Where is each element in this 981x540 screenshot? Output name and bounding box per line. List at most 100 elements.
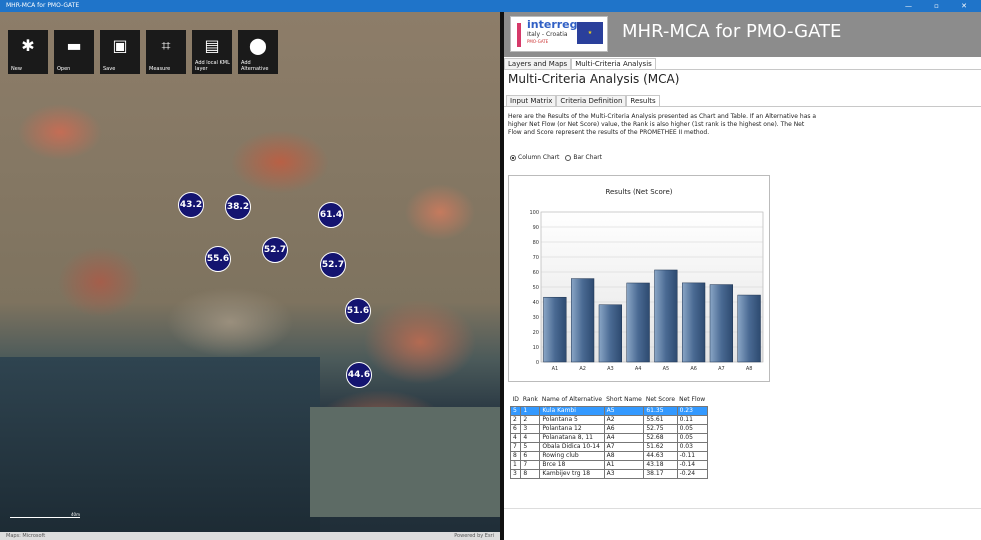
table-cell: -0.11 bbox=[676, 450, 708, 461]
map-marker[interactable]: 52.7 bbox=[320, 252, 346, 278]
app-banner: interreg Italy - Croatia PMO-GATE ★ MHR-… bbox=[504, 12, 981, 57]
table-cell: Obala Didica 10-14 bbox=[539, 441, 605, 452]
map-marker[interactable]: 52.7 bbox=[262, 237, 288, 263]
table-row[interactable]: 3 8 Kambijev trg 18 A3 38.17 -0.24 bbox=[509, 468, 708, 479]
chart-bar bbox=[570, 278, 595, 363]
map-scale-bar: 40m bbox=[10, 512, 80, 518]
table-cell: Polanatana 8, 11 bbox=[539, 432, 605, 443]
save-button[interactable]: ▣ Save bbox=[100, 30, 140, 74]
table-cell: A3 bbox=[603, 468, 645, 479]
map-marker[interactable]: 43.2 bbox=[178, 192, 204, 218]
chart-xtick-label: A3 bbox=[607, 366, 614, 372]
results-table: ID Rank Name of Alternative Short Name Net S… bbox=[509, 394, 708, 479]
add-layer-icon: ▤ bbox=[204, 36, 220, 55]
chart-xtick-label: A7 bbox=[718, 366, 725, 372]
table-cell: 0.05 bbox=[676, 423, 708, 434]
crop-icon: ⌗ bbox=[161, 36, 171, 55]
table-cell: Polantana 5 bbox=[539, 414, 605, 425]
table-cell: A1 bbox=[603, 459, 645, 470]
new-icon: ✱ bbox=[21, 36, 35, 55]
open-button[interactable]: ▬ Open bbox=[54, 30, 94, 74]
radio-selected-icon bbox=[510, 154, 516, 161]
bar-chart-radio[interactable]: Bar Chart bbox=[565, 154, 602, 161]
table-cell: 2 bbox=[520, 414, 541, 425]
table-row[interactable]: 5 1 Kula Kambi A5 61.35 0.23 bbox=[509, 405, 708, 416]
section-title: Multi-Criteria Analysis (MCA) bbox=[508, 72, 680, 86]
chart-ytick-label: 0 bbox=[536, 360, 539, 366]
chart-canvas: 0 10 20 30 40 50 60 70 80 90 100 A1 A2 A3 A4 A5 A6 A7 A8 bbox=[529, 210, 764, 372]
table-cell: 0.05 bbox=[676, 432, 708, 443]
table-cell: 7 bbox=[509, 441, 522, 452]
table-cell: 52.75 bbox=[643, 423, 678, 434]
column-chart-radio[interactable]: Column Chart bbox=[510, 154, 559, 161]
chart-xtick-label: A8 bbox=[746, 366, 753, 372]
add-kml-layer-button[interactable]: ▤ Add local KML layer bbox=[192, 30, 232, 74]
chart-type-selector: Column Chart Bar Chart bbox=[510, 154, 602, 161]
table-cell: -0.24 bbox=[676, 468, 708, 479]
table-cell: 51.62 bbox=[643, 441, 678, 452]
add-alternative-button[interactable]: ⬤ Add Alternative bbox=[238, 30, 278, 74]
save-icon: ▣ bbox=[112, 36, 128, 55]
measure-button[interactable]: ⌗ Measure bbox=[146, 30, 186, 74]
map-pin-icon: ⬤ bbox=[249, 36, 267, 55]
window-controls[interactable]: — ▫ ✕ bbox=[905, 0, 977, 12]
table-cell: 6 bbox=[520, 450, 541, 461]
table-cell: A2 bbox=[603, 414, 645, 425]
column-header[interactable]: Name of Alternative bbox=[539, 394, 605, 406]
column-header[interactable]: Net Flow bbox=[677, 394, 708, 406]
table-cell: 5 bbox=[509, 405, 522, 416]
chart-ytick-label: 70 bbox=[533, 255, 539, 261]
table-cell: A6 bbox=[603, 423, 645, 434]
map-marker[interactable]: 38.2 bbox=[225, 194, 251, 220]
new-button[interactable]: ✱ New bbox=[8, 30, 48, 74]
chart-ytick-label: 30 bbox=[533, 315, 539, 321]
table-cell: 3 bbox=[509, 468, 522, 479]
chart-xtick-label: A5 bbox=[663, 366, 670, 372]
column-header[interactable]: Rank bbox=[520, 394, 540, 406]
table-cell: 4 bbox=[520, 432, 541, 443]
interreg-logo: interreg Italy - Croatia PMO-GATE ★ bbox=[510, 16, 608, 52]
app-title: MHR-MCA for PMO-GATE bbox=[622, 21, 842, 42]
chart-bar bbox=[737, 294, 761, 363]
chart-ytick-label: 50 bbox=[533, 285, 539, 291]
column-header[interactable]: Net Score bbox=[643, 394, 678, 406]
results-description: Here are the Results of the Multi-Criter… bbox=[508, 113, 817, 136]
table-row[interactable]: 2 2 Polantana 5 A2 55.61 0.11 bbox=[509, 414, 708, 425]
column-header[interactable]: ID bbox=[510, 394, 521, 406]
table-cell: A7 bbox=[603, 441, 645, 452]
map-pier bbox=[310, 407, 500, 517]
chart-xtick-label: A1 bbox=[552, 366, 559, 372]
table-row[interactable]: 8 6 Rowing club A8 44.63 -0.11 bbox=[509, 450, 708, 461]
chart-ytick-label: 80 bbox=[533, 240, 539, 246]
chart-ytick-label: 100 bbox=[529, 210, 539, 216]
table-cell: 4 bbox=[509, 432, 522, 443]
table-cell: -0.14 bbox=[676, 459, 708, 470]
chart-ytick-label: 60 bbox=[533, 270, 539, 276]
map-view[interactable]: ✱ New ▬ Open ▣ Save ⌗ Measure ▤ Add local KML… bbox=[0, 12, 500, 540]
chart-bar bbox=[626, 282, 650, 363]
map-marker[interactable]: 51.6 bbox=[345, 298, 371, 324]
chart-ytick-label: 90 bbox=[533, 225, 539, 231]
table-cell: A5 bbox=[603, 405, 645, 416]
table-cell: A4 bbox=[603, 432, 645, 443]
map-marker[interactable]: 55.6 bbox=[205, 246, 231, 272]
results-table-wrapper: ID Rank Name of Alternative Short Name Net S… bbox=[509, 394, 708, 479]
table-cell: 52.68 bbox=[643, 432, 678, 443]
column-header[interactable]: Short Name bbox=[604, 394, 644, 406]
table-cell: 61.35 bbox=[643, 405, 678, 416]
map-marker[interactable]: 61.4 bbox=[318, 202, 344, 228]
table-row[interactable]: 1 7 Brce 18 A1 43.18 -0.14 bbox=[509, 459, 708, 470]
analysis-panel: interreg Italy - Croatia PMO-GATE ★ MHR-… bbox=[504, 12, 981, 540]
table-cell: 0.03 bbox=[676, 441, 708, 452]
table-row[interactable]: 7 5 Obala Didica 10-14 A7 51.62 0.03 bbox=[509, 441, 708, 452]
table-row[interactable]: 6 3 Polantana 12 A6 52.75 0.05 bbox=[509, 423, 708, 434]
table-cell: 5 bbox=[520, 441, 541, 452]
table-cell: Polantana 12 bbox=[539, 423, 605, 434]
radio-empty-icon bbox=[565, 154, 572, 161]
table-cell: 7 bbox=[520, 459, 541, 470]
table-cell: Kula Kambi bbox=[539, 405, 605, 416]
table-row[interactable]: 4 4 Polanatana 8, 11 A4 52.68 0.05 bbox=[509, 432, 708, 443]
chart-bar bbox=[709, 284, 734, 363]
chart-ytick-label: 10 bbox=[533, 345, 539, 351]
map-marker[interactable]: 44.6 bbox=[346, 362, 372, 388]
